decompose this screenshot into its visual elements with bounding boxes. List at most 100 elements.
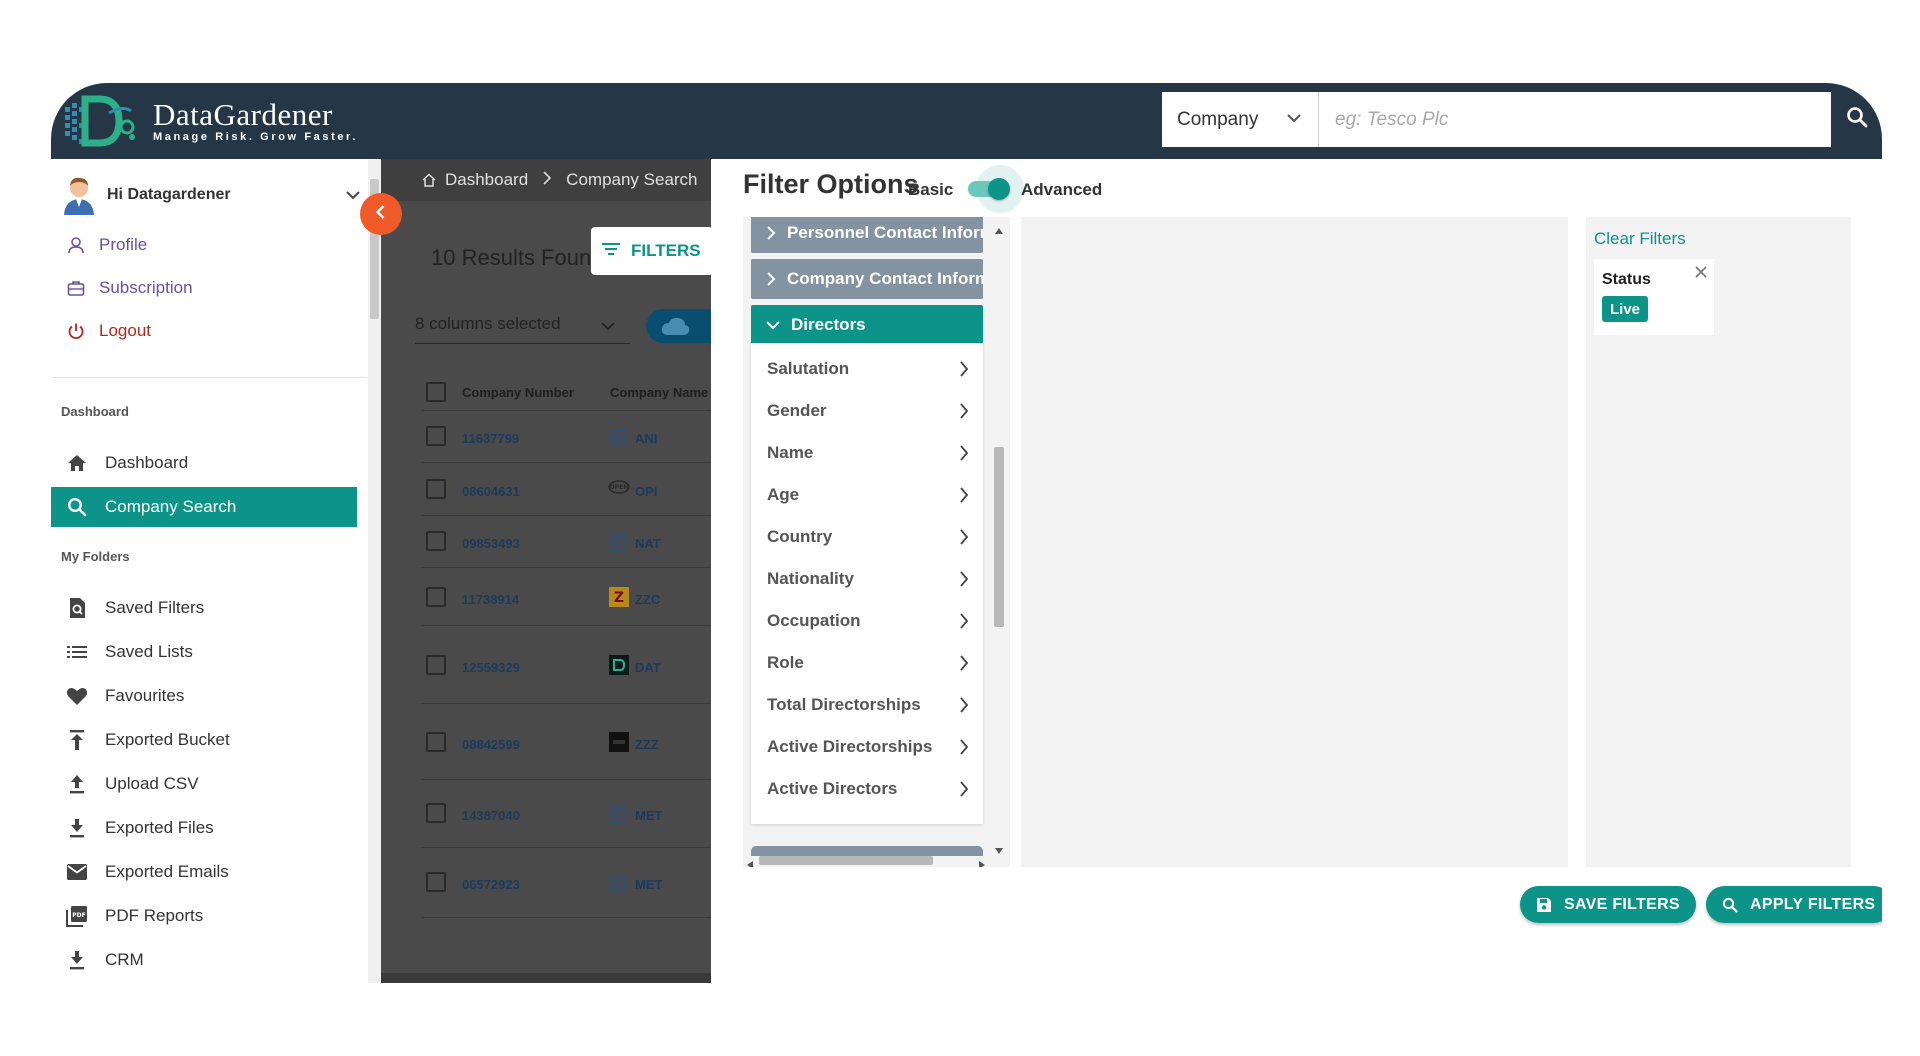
collapse-sidebar-button[interactable]: [360, 193, 402, 235]
logout-label: Logout: [99, 321, 151, 340]
row-checkbox[interactable]: [426, 426, 446, 446]
row-checkbox[interactable]: [426, 732, 446, 752]
results-horizontal-scrollbar[interactable]: [381, 973, 711, 983]
filter-item-active-directorships[interactable]: Active Directorships: [751, 726, 983, 768]
logo-mark-icon: [61, 93, 139, 149]
brand-logo[interactable]: DataGardener Manage Risk. Grow Faster.: [61, 93, 358, 149]
save-filters-button[interactable]: SAVE FILTERS: [1520, 886, 1696, 923]
profile-link[interactable]: Profile: [65, 231, 147, 259]
table-row[interactable]: 11637799 ANI: [421, 411, 711, 463]
filter-item-country[interactable]: Country: [751, 516, 983, 558]
sidebar-item-favourites[interactable]: Favourites: [51, 676, 357, 716]
apply-filters-button[interactable]: APPLY FILTERS: [1706, 886, 1882, 923]
sidebar-item-upload-csv[interactable]: Upload CSV: [51, 764, 357, 804]
company-name[interactable]: OPI: [635, 484, 657, 499]
mode-advanced-label[interactable]: Advanced: [1021, 180, 1102, 200]
filter-item-label: Name: [767, 443, 814, 462]
filters-button[interactable]: FILTERS: [591, 227, 711, 275]
filter-item-age[interactable]: Age: [751, 474, 983, 516]
row-checkbox[interactable]: [426, 655, 446, 675]
table-row[interactable]: 14387040 MET: [421, 780, 711, 848]
sidebar-item-company-search[interactable]: Company Search: [51, 487, 357, 527]
filter-item-label: Active Directors: [767, 779, 898, 798]
select-all-checkbox[interactable]: [426, 382, 446, 402]
category-directors[interactable]: Directors: [751, 305, 983, 345]
company-number[interactable]: 11738914: [462, 592, 519, 607]
clear-filters-link[interactable]: Clear Filters: [1594, 229, 1686, 249]
sidebar-item-saved-lists[interactable]: Saved Lists: [51, 632, 357, 672]
row-checkbox[interactable]: [426, 587, 446, 607]
user-menu-toggle[interactable]: Hi Datagardener: [61, 175, 361, 215]
entity-type-select[interactable]: Company: [1162, 92, 1319, 147]
close-icon[interactable]: [1692, 263, 1710, 281]
category-company-contact[interactable]: Company Contact Information: [751, 259, 983, 299]
sidebar-scrollbar[interactable]: [368, 159, 381, 983]
row-checkbox[interactable]: [426, 803, 446, 823]
table-row[interactable]: 11738914 Z ZZC: [421, 568, 711, 626]
row-checkbox[interactable]: [426, 872, 446, 892]
categories-horizontal-scrollbar[interactable]: [743, 853, 991, 867]
company-number[interactable]: 14387040: [462, 808, 520, 823]
company-logo-icon: [608, 654, 630, 676]
table-row[interactable]: 08842599 ZZZ: [421, 704, 711, 780]
breadcrumb-dashboard[interactable]: Dashboard: [445, 170, 528, 190]
category-personnel-contact[interactable]: Personnel Contact Information: [751, 217, 983, 253]
company-name[interactable]: DAT: [635, 660, 661, 675]
categories-horizontal-scrollbar-thumb[interactable]: [759, 856, 933, 865]
search-button[interactable]: [1832, 92, 1882, 147]
categories-vertical-scrollbar[interactable]: [991, 217, 1006, 854]
company-number[interactable]: 08842599: [462, 737, 520, 752]
columns-select[interactable]: 8 columns selected: [415, 314, 630, 344]
filter-item-active-directors[interactable]: Active Directors: [751, 768, 983, 810]
chevron-right-icon: [959, 361, 969, 382]
filter-panel-title: Filter Options: [743, 169, 919, 199]
company-number[interactable]: 11637799: [462, 431, 519, 446]
sidebar-item-exported-emails[interactable]: Exported Emails: [51, 852, 357, 892]
table-row[interactable]: 06572923 MET: [421, 848, 711, 918]
filter-item-salutation[interactable]: Salutation: [751, 348, 983, 390]
columns-select-value: 8 columns selected: [415, 314, 561, 333]
company-name[interactable]: ANI: [635, 431, 657, 446]
row-checkbox[interactable]: [426, 479, 446, 499]
filter-item-nationality[interactable]: Nationality: [751, 558, 983, 600]
table-row[interactable]: 09853493 NAT: [421, 516, 711, 568]
row-checkbox[interactable]: [426, 531, 446, 551]
sidebar-item-crm[interactable]: CRM: [51, 940, 357, 980]
company-name[interactable]: ZZC: [635, 592, 660, 607]
company-name[interactable]: ZZZ: [635, 737, 659, 752]
table-row[interactable]: 08604631 OPEN OPI: [421, 463, 711, 516]
logout-link[interactable]: Logout: [65, 317, 151, 345]
filter-item-total-directorships[interactable]: Total Directorships: [751, 684, 983, 726]
company-name[interactable]: NAT: [635, 536, 661, 551]
company-number[interactable]: 09853493: [462, 536, 520, 551]
company-name[interactable]: MET: [635, 877, 662, 892]
company-name[interactable]: MET: [635, 808, 662, 823]
sidebar-item-label: PDF Reports: [105, 906, 204, 925]
table-row[interactable]: 12559329 DAT: [421, 626, 711, 704]
categories-vertical-scrollbar-thumb[interactable]: [994, 447, 1004, 627]
basic-advanced-toggle[interactable]: [966, 165, 1024, 213]
filter-item-role[interactable]: Role: [751, 642, 983, 684]
filter-item-name[interactable]: Name: [751, 432, 983, 474]
company-number[interactable]: 06572923: [462, 877, 520, 892]
sidebar-item-saved-filters[interactable]: Saved Filters: [51, 588, 357, 628]
filter-item-occupation[interactable]: Occupation: [751, 600, 983, 642]
sidebar-item-pdf-reports[interactable]: PDF PDF Reports: [51, 896, 357, 936]
company-number[interactable]: 12559329: [462, 660, 520, 675]
company-search-input[interactable]: [1319, 92, 1831, 147]
mode-basic-label[interactable]: Basic: [908, 180, 953, 200]
sidebar-item-exported-files[interactable]: Exported Files: [51, 808, 357, 848]
download-icon: [65, 816, 89, 840]
company-number[interactable]: 08604631: [462, 484, 520, 499]
power-icon: [65, 320, 87, 342]
applied-filter-chip: Status Live: [1594, 259, 1714, 335]
subscription-link[interactable]: Subscription: [65, 274, 193, 302]
cloud-export-button[interactable]: [646, 309, 711, 343]
filter-item-gender[interactable]: Gender: [751, 390, 983, 432]
sidebar-item-dashboard[interactable]: Dashboard: [51, 443, 357, 483]
filter-categories-list: Personnel Contact Information Company Co…: [743, 217, 1010, 867]
search-icon: [1846, 106, 1868, 133]
col-company-name[interactable]: Company Name: [610, 385, 708, 400]
sidebar-item-exported-bucket[interactable]: Exported Bucket: [51, 720, 357, 760]
col-company-number[interactable]: Company Number: [462, 385, 574, 400]
